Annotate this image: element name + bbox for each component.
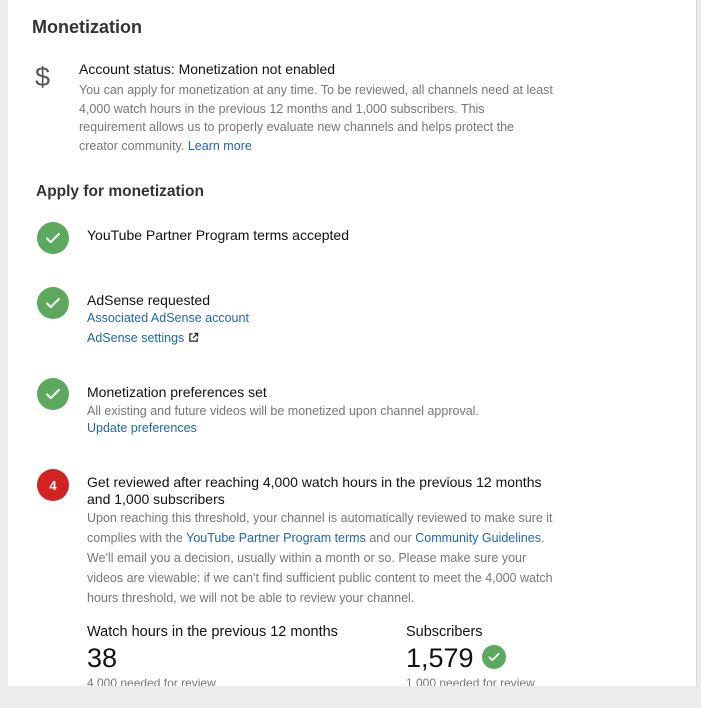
- subscribers-label: Subscribers: [406, 624, 483, 640]
- page-title: Monetization: [32, 17, 142, 37]
- check-circle-icon: [37, 378, 69, 410]
- subscribers-value: 1,579: [406, 643, 474, 673]
- monetization-card: Monetization $ Account status: Monetizat…: [8, 0, 697, 686]
- apply-section-title: Apply for monetization: [36, 183, 204, 200]
- community-guidelines-link[interactable]: Community Guidelines: [415, 531, 541, 545]
- account-description: You can apply for monetization at any ti…: [79, 81, 554, 155]
- learn-more-link[interactable]: Learn more: [188, 139, 252, 153]
- watch-hours-label: Watch hours in the previous 12 months: [87, 624, 338, 640]
- adsense-settings-link[interactable]: AdSense settings: [87, 331, 199, 345]
- check-circle-icon: [37, 222, 69, 254]
- step-adsense-title: AdSense requested: [87, 292, 210, 308]
- update-preferences-link[interactable]: Update preferences: [87, 421, 197, 435]
- review-text-b: and our: [369, 531, 412, 545]
- check-circle-icon: [37, 287, 69, 319]
- step-terms-title: YouTube Partner Program terms accepted: [87, 227, 349, 243]
- step-review-text: Upon reaching this threshold, your chann…: [87, 508, 562, 608]
- watch-hours-value: 38: [87, 643, 118, 673]
- step-number-badge: 4: [37, 469, 69, 501]
- dollar-icon: $: [35, 62, 51, 92]
- subscribers-note: 1,000 needed for review: [406, 676, 535, 686]
- check-circle-icon: [482, 645, 506, 669]
- associated-adsense-link[interactable]: Associated AdSense account: [87, 311, 249, 325]
- step-review-title: Get reviewed after reaching 4,000 watch …: [87, 474, 542, 507]
- watch-hours-note: 4,000 needed for review: [87, 676, 216, 686]
- adsense-settings-label: AdSense settings: [87, 331, 185, 345]
- account-description-text: You can apply for monetization at any ti…: [79, 83, 553, 153]
- step-preferences-text: All existing and future videos will be m…: [87, 404, 479, 418]
- ypp-terms-link[interactable]: YouTube Partner Program terms: [186, 531, 366, 545]
- external-link-icon: [189, 332, 199, 342]
- step-preferences-title: Monetization preferences set: [87, 384, 267, 400]
- account-status: Account status: Monetization not enabled: [79, 61, 336, 77]
